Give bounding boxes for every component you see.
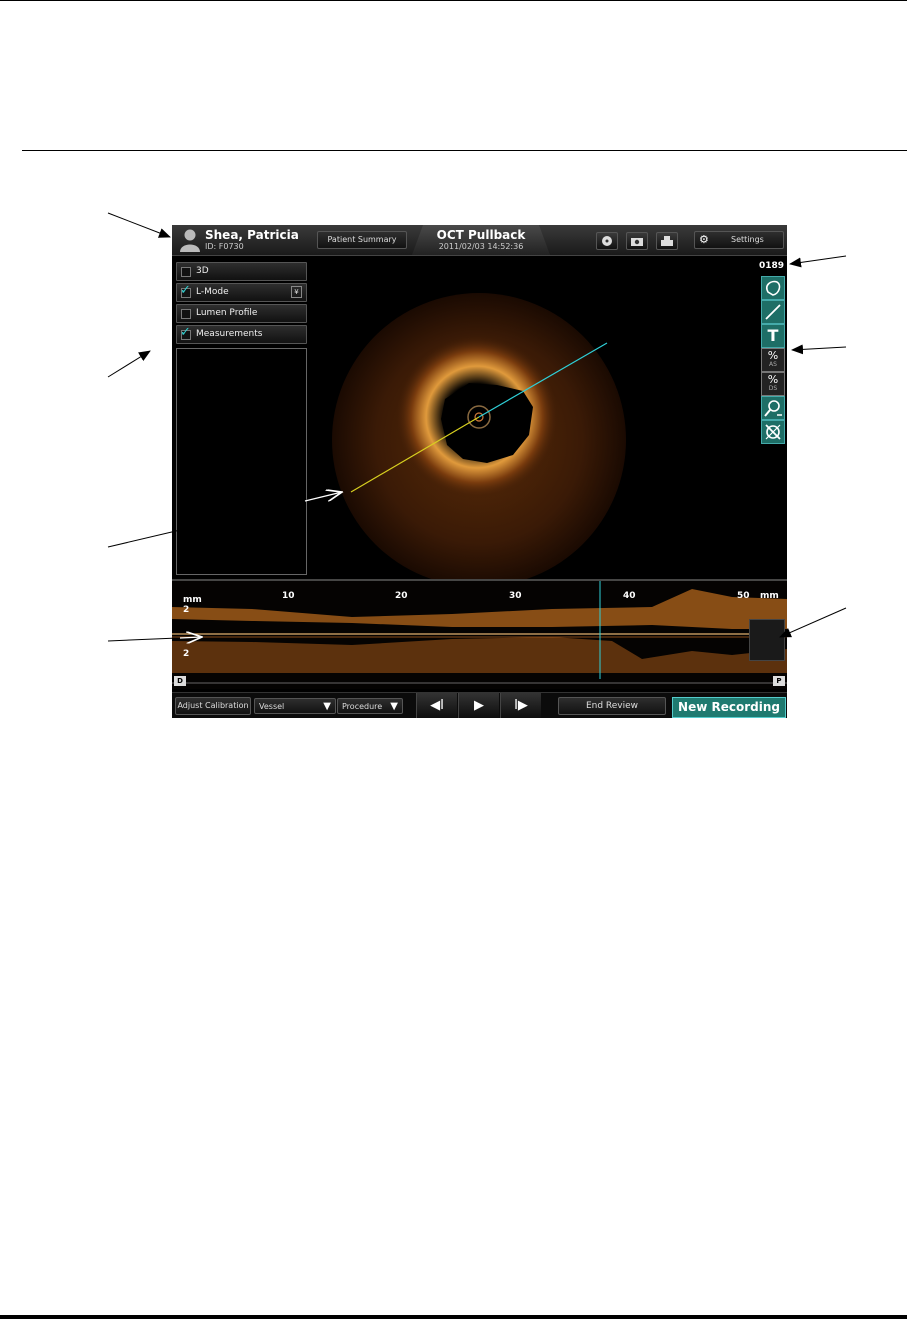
callout-arrow	[107, 350, 151, 378]
callout-arrow	[779, 607, 847, 638]
callout-arrow	[107, 637, 179, 642]
callout-arrow	[789, 255, 847, 268]
callout-arrow	[179, 637, 202, 638]
callout-arrow	[107, 212, 171, 238]
callout-arrows	[107, 212, 847, 1320]
callout-arrow	[791, 344, 847, 355]
callout-arrow	[304, 492, 342, 502]
